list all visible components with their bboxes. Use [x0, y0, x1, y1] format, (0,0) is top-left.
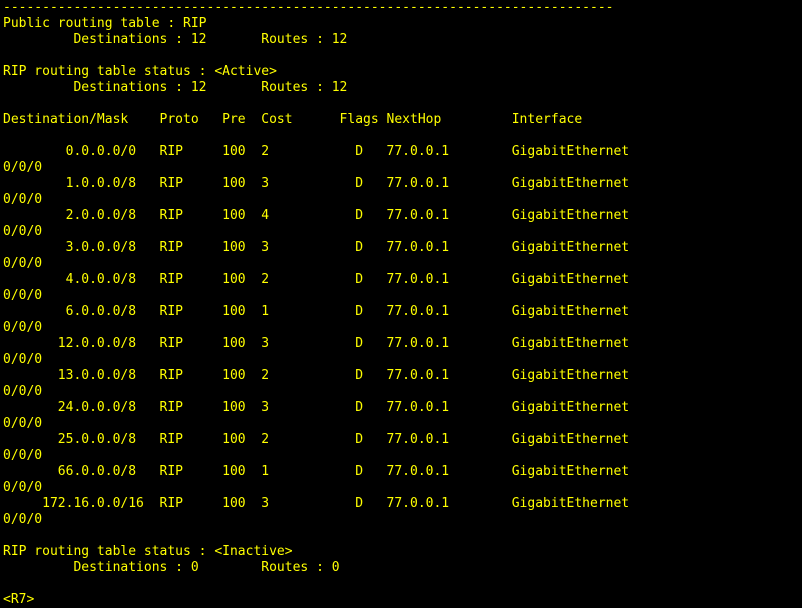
route-entry: 25.0.0.0/8 RIP 100 2 D 77.0.0.1 GigabitE… [3, 432, 630, 447]
route-interface-continuation: 0/0/0 [3, 320, 43, 335]
route-entry: 0.0.0.0/0 RIP 100 2 D 77.0.0.1 GigabitEt… [3, 144, 630, 159]
route-entry: 12.0.0.0/8 RIP 100 3 D 77.0.0.1 GigabitE… [3, 336, 630, 351]
public-table-header: Public routing table : RIP [3, 16, 207, 31]
route-interface-continuation: 0/0/0 [3, 416, 43, 431]
route-entry: 4.0.0.0/8 RIP 100 2 D 77.0.0.1 GigabitEt… [3, 272, 630, 287]
route-interface-continuation: 0/0/0 [3, 480, 43, 495]
route-interface-continuation: 0/0/0 [3, 224, 43, 239]
route-entry: 1.0.0.0/8 RIP 100 3 D 77.0.0.1 GigabitEt… [3, 176, 630, 191]
route-interface-continuation: 0/0/0 [3, 288, 43, 303]
route-interface-continuation: 0/0/0 [3, 448, 43, 463]
route-interface-continuation: 0/0/0 [3, 256, 43, 271]
route-interface-continuation: 0/0/0 [3, 512, 43, 527]
separator-line: ----------------------------------------… [3, 0, 614, 15]
route-entry: 13.0.0.0/8 RIP 100 2 D 77.0.0.1 GigabitE… [3, 368, 630, 383]
column-header: Destination/Mask Proto Pre Cost Flags Ne… [3, 112, 583, 127]
active-status-counts: Destinations : 12 Routes : 12 [3, 80, 348, 95]
active-status-line: RIP routing table status : <Active> [3, 64, 277, 79]
inactive-status-counts: Destinations : 0 Routes : 0 [3, 560, 340, 575]
route-entry: 3.0.0.0/8 RIP 100 3 D 77.0.0.1 GigabitEt… [3, 240, 630, 255]
route-interface-continuation: 0/0/0 [3, 160, 43, 175]
route-entry: 2.0.0.0/8 RIP 100 4 D 77.0.0.1 GigabitEt… [3, 208, 630, 223]
route-interface-continuation: 0/0/0 [3, 352, 43, 367]
public-table-counts: Destinations : 12 Routes : 12 [3, 32, 348, 47]
command-prompt[interactable]: <R7> [3, 592, 802, 608]
route-entry: 172.16.0.0/16 RIP 100 3 D 77.0.0.1 Gigab… [3, 496, 630, 511]
route-interface-continuation: 0/0/0 [3, 192, 43, 207]
route-entry: 6.0.0.0/8 RIP 100 1 D 77.0.0.1 GigabitEt… [3, 304, 630, 319]
route-entry: 24.0.0.0/8 RIP 100 3 D 77.0.0.1 GigabitE… [3, 400, 630, 415]
inactive-status-line: RIP routing table status : <Inactive> [3, 544, 293, 559]
terminal-window[interactable]: ----------------------------------------… [0, 0, 802, 608]
route-entry: 66.0.0.0/8 RIP 100 1 D 77.0.0.1 GigabitE… [3, 464, 630, 479]
route-interface-continuation: 0/0/0 [3, 384, 43, 399]
